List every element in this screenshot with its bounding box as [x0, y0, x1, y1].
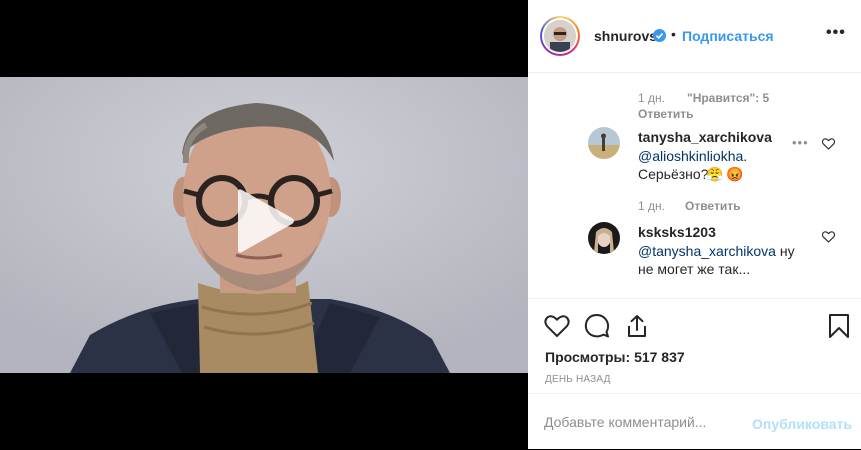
comments-list[interactable]: 1 дн. "Нравится": 5 Ответить tanysha_xar… — [528, 73, 861, 298]
comment-input[interactable] — [544, 414, 764, 430]
comment-username[interactable]: ksksks1203 — [638, 224, 716, 240]
more-options-icon[interactable]: ••• — [826, 24, 846, 42]
comment-text: Серьёзно? — [638, 166, 709, 182]
heart-icon[interactable] — [544, 313, 570, 339]
small-heart-icon[interactable] — [822, 231, 835, 243]
comment-time: 1 дн. — [638, 199, 665, 213]
separator-dot: • — [671, 26, 676, 42]
publish-button[interactable]: Опубликовать — [752, 416, 852, 432]
verified-badge-icon — [653, 29, 666, 42]
follow-button[interactable]: Подписаться — [682, 28, 774, 44]
avatar[interactable] — [540, 16, 580, 56]
reply-button[interactable]: Ответить — [685, 199, 740, 213]
post-sidebar: shnurovs • Подписаться ••• 1 дн. "Нравит… — [528, 0, 861, 449]
comment-text-line2: не могет же так... — [638, 261, 751, 277]
comment-icon[interactable] — [584, 313, 610, 339]
comment-more-icon[interactable]: ••• — [792, 135, 809, 150]
views-label: Просмотры: — [545, 349, 631, 365]
comment-username[interactable]: tanysha_xarchikova — [638, 129, 772, 145]
comment-form: Опубликовать — [528, 393, 861, 450]
comment-body: @tanysha_xarchikova ну — [638, 242, 795, 260]
comment-text: ну — [775, 243, 795, 259]
post-actions: Просмотры: 517 837 ДЕНЬ НАЗАД — [528, 298, 861, 393]
play-icon[interactable] — [234, 188, 296, 254]
commenter-avatar-image — [588, 127, 620, 159]
comment-likes[interactable]: "Нравится": 5 — [687, 91, 769, 105]
comment-time: 1 дн. — [638, 91, 665, 105]
commenter-avatar[interactable] — [588, 222, 620, 254]
reply-button[interactable]: Ответить — [638, 107, 693, 121]
small-heart-icon[interactable] — [822, 138, 835, 150]
post-header: shnurovs • Подписаться ••• — [528, 0, 861, 73]
emoji-angry: 😤 — [706, 166, 724, 182]
comment-mention[interactable]: @tanysha_xarchikova — [638, 243, 776, 259]
comment-mention[interactable]: @alioshkinliokha. — [638, 147, 747, 165]
emoji-pouting: 😡 — [726, 166, 744, 182]
bookmark-icon[interactable] — [826, 313, 852, 339]
video-pane — [0, 0, 528, 449]
views-count: Просмотры: 517 837 — [545, 349, 685, 365]
commenter-avatar[interactable] — [588, 127, 620, 159]
avatar-image — [544, 20, 576, 52]
post-time[interactable]: ДЕНЬ НАЗАД — [545, 374, 611, 385]
post-username[interactable]: shnurovs — [594, 28, 657, 44]
views-value: 517 837 — [634, 349, 685, 365]
commenter-avatar-image — [588, 222, 620, 254]
share-icon[interactable] — [624, 313, 650, 339]
